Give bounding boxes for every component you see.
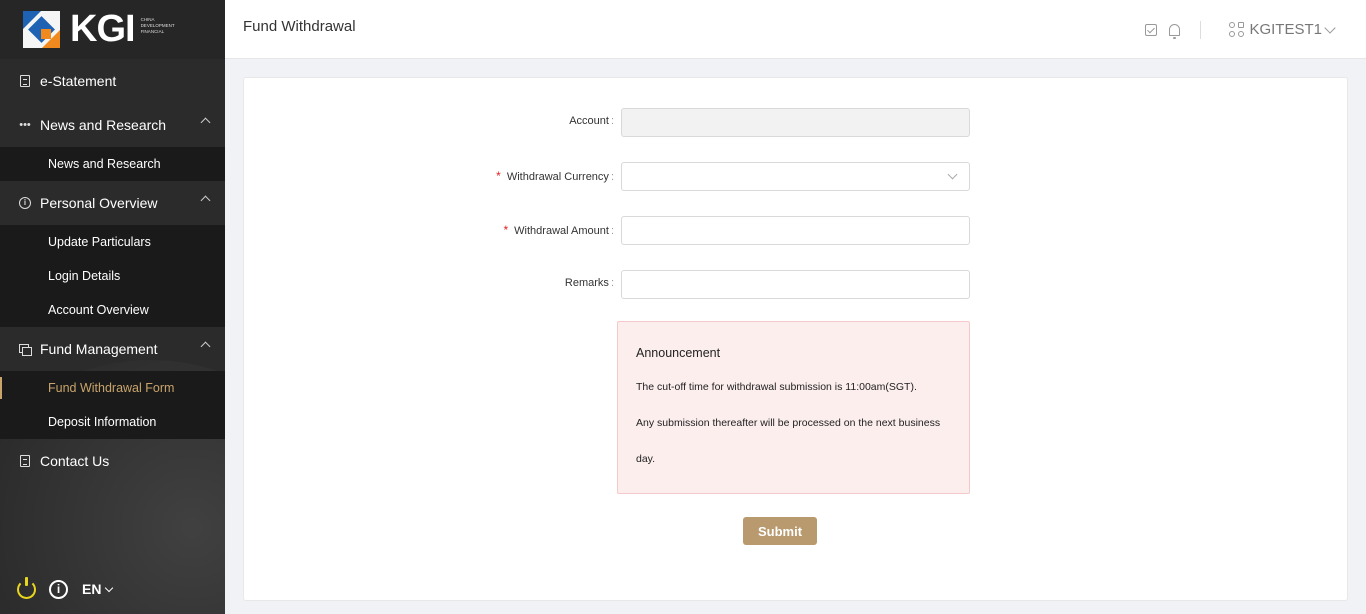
sidebar-subitem-account-overview[interactable]: Account Overview xyxy=(0,293,225,327)
announcement-title: Announcement xyxy=(636,346,721,360)
withdrawal-form-card: Account: * Withdrawal Currency: * Withdraw… xyxy=(243,77,1348,601)
chevron-up-icon xyxy=(200,341,211,352)
sidebar-item-e-statement[interactable]: e-Statement xyxy=(0,59,225,103)
logo-subtext: CHINA DEVELOPMENT FINANCIAL xyxy=(140,16,175,34)
sidebar-item-label: Fund Management xyxy=(40,341,158,357)
form-row-remarks: Remarks: xyxy=(244,270,1347,299)
chevron-down-icon[interactable] xyxy=(1324,21,1336,34)
withdrawal-amount-field[interactable] xyxy=(621,216,970,245)
submit-button[interactable]: Submit xyxy=(743,517,817,545)
sidebar-item-contact-us[interactable]: Contact Us xyxy=(0,439,225,483)
sidebar-item-label: Contact Us xyxy=(40,453,110,469)
sidebar-item-label: Personal Overview xyxy=(40,195,158,211)
sidebar-subitem-news-and-research[interactable]: News and Research xyxy=(0,147,225,181)
header-actions: KGITEST1 xyxy=(1145,0,1366,59)
money-icon xyxy=(18,342,32,356)
logo-text: KGI xyxy=(70,8,136,50)
account-label: Account: xyxy=(569,115,614,127)
withdrawal-currency-select[interactable] xyxy=(621,162,970,191)
chevron-down-icon xyxy=(105,583,114,592)
announcement-line: day. xyxy=(636,453,656,465)
withdrawal-amount-label: * Withdrawal Amount: xyxy=(503,223,615,237)
document-icon xyxy=(18,454,32,468)
form-row-currency: * Withdrawal Currency: xyxy=(244,162,1347,191)
remarks-field[interactable] xyxy=(621,270,970,299)
document-icon xyxy=(18,74,32,88)
user-apps-icon[interactable] xyxy=(1229,21,1245,38)
chevron-down-icon xyxy=(947,169,958,180)
announcement-line: Any submission thereafter will be proces… xyxy=(636,417,941,429)
sidebar-item-personal-overview[interactable]: i Personal Overview xyxy=(0,181,225,225)
announcement-box: Announcement The cut-off time for withdr… xyxy=(617,321,970,494)
power-icon[interactable] xyxy=(17,576,36,599)
language-label: EN xyxy=(82,581,102,597)
sidebar-footer: i EN xyxy=(0,564,225,614)
sidebar-item-label: e-Statement xyxy=(40,73,117,89)
kgi-logo-icon xyxy=(23,11,60,48)
user-menu[interactable]: KGITEST1 xyxy=(1249,21,1322,38)
submenu-personal: Update Particulars Login Details Account… xyxy=(0,225,225,327)
sidebar-item-news-and-research[interactable]: ••• News and Research xyxy=(0,103,225,147)
chevron-up-icon xyxy=(200,117,211,128)
sidebar-subitem-login-details[interactable]: Login Details xyxy=(0,259,225,293)
sidebar: KGI CHINA DEVELOPMENT FINANCIAL e-Statem… xyxy=(0,0,225,614)
language-selector[interactable]: EN xyxy=(82,581,114,597)
page-title: Fund Withdrawal xyxy=(243,18,356,35)
logo[interactable]: KGI CHINA DEVELOPMENT FINANCIAL xyxy=(0,0,225,59)
account-field xyxy=(621,108,970,137)
info-circle-icon[interactable]: i xyxy=(49,579,68,599)
dots-icon: ••• xyxy=(19,119,31,131)
form-row-account: Account: xyxy=(244,108,1347,137)
submenu-news: News and Research xyxy=(0,147,225,181)
info-icon: i xyxy=(18,196,32,210)
sidebar-subitem-fund-withdrawal-form[interactable]: Fund Withdrawal Form xyxy=(0,371,225,405)
sidebar-menu: e-Statement ••• News and Research News a… xyxy=(0,59,225,483)
sidebar-subitem-deposit-information[interactable]: Deposit Information xyxy=(0,405,225,439)
sidebar-item-label: News and Research xyxy=(40,117,167,133)
sidebar-item-fund-management[interactable]: Fund Management xyxy=(0,327,225,371)
top-header: Fund Withdrawal KGITEST1 xyxy=(225,0,1366,59)
withdrawal-currency-label: * Withdrawal Currency: xyxy=(496,169,614,183)
remarks-label: Remarks: xyxy=(564,277,614,289)
sidebar-subitem-update-particulars[interactable]: Update Particulars xyxy=(0,225,225,259)
chevron-up-icon xyxy=(200,195,211,206)
bell-icon[interactable] xyxy=(1169,23,1181,39)
header-divider xyxy=(1200,20,1202,39)
form-row-amount: * Withdrawal Amount: xyxy=(244,216,1347,245)
announcement-line: The cut-off time for withdrawal submissi… xyxy=(636,381,917,393)
submenu-fund: Fund Withdrawal Form Deposit Information xyxy=(0,371,225,439)
checkbox-icon[interactable] xyxy=(1145,23,1158,36)
